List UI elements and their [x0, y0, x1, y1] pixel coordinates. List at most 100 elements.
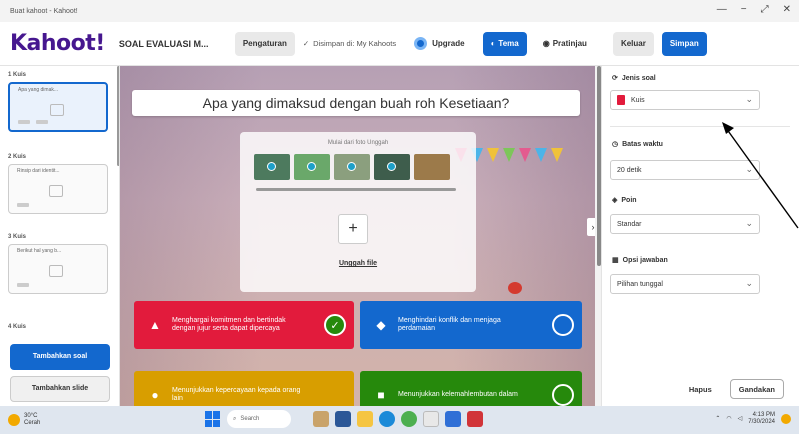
- task-view-icon[interactable]: [335, 411, 351, 427]
- duplicate-button[interactable]: Gandakan: [729, 379, 784, 399]
- back-icon[interactable]: —: [717, 4, 727, 15]
- slide-thumbnail[interactable]: Apa yang dimak...: [8, 82, 108, 132]
- time-limit-value: 20 detik: [617, 166, 642, 174]
- upload-file-link[interactable]: Unggah file: [240, 260, 476, 267]
- check-icon: ✓: [330, 319, 340, 332]
- question-type-value: Kuis: [631, 96, 645, 104]
- image-placeholder-icon: [49, 185, 63, 197]
- annotation-arrow: [722, 122, 799, 229]
- file-explorer-icon[interactable]: [357, 411, 373, 427]
- points-icon: ◈: [612, 197, 618, 204]
- square-icon: ■: [377, 388, 385, 402]
- answer-option-3[interactable]: ● Menunjukkan kepercayaan kepada orang l…: [134, 371, 354, 406]
- clock-time: 4:13 PM: [752, 412, 775, 418]
- question-input[interactable]: Apa yang dimaksud dengan buah roh Keseti…: [132, 90, 580, 116]
- close-icon[interactable]: ✕: [783, 4, 791, 15]
- app-icon[interactable]: [313, 411, 329, 427]
- notification-icon[interactable]: [781, 413, 791, 424]
- circle-icon: ●: [151, 388, 159, 402]
- media-thumbnail[interactable]: [414, 154, 450, 180]
- pin-icon: [347, 162, 356, 171]
- slide-thumbnail[interactable]: Rinsip dari identit...: [8, 164, 108, 214]
- image-strip-scrollbar[interactable]: [256, 188, 456, 191]
- answer-text[interactable]: Menghargai komitmen dan bertindak dengan…: [172, 317, 302, 333]
- chrome-icon[interactable]: [401, 411, 417, 427]
- correct-answer-toggle[interactable]: ✓: [324, 314, 346, 336]
- chevron-up-icon[interactable]: ⌃: [715, 415, 720, 422]
- apple-decoration: [508, 282, 522, 294]
- upgrade-button[interactable]: Upgrade: [414, 37, 465, 50]
- app-header: Kahoot! SOAL EVALUASI M... Pengaturan ✓ …: [0, 22, 799, 66]
- media-panel: Mulai dari foto Unggah + Unggah file: [240, 132, 476, 292]
- slide-preview-text: Apa yang dimak...: [18, 87, 59, 93]
- slide-preview-text: Rinsip dari identit...: [17, 168, 60, 174]
- add-slide-button[interactable]: Tambahkan slide: [10, 376, 110, 402]
- edge-icon[interactable]: [379, 411, 395, 427]
- maximize-icon[interactable]: ⤢: [761, 4, 769, 15]
- quiz-title[interactable]: SOAL EVALUASI M...: [119, 39, 227, 49]
- system-tray: ⌃ ◠ ◁ 4:13 PM 7/30/2024: [715, 412, 791, 425]
- answer-options-select[interactable]: Pilihan tunggal ⌄: [610, 274, 760, 294]
- points-label-text: Poin: [621, 196, 637, 204]
- answer-mini: [36, 120, 48, 124]
- chevron-down-icon: ⌄: [745, 94, 753, 104]
- add-media-button[interactable]: +: [338, 214, 368, 244]
- media-thumbnail[interactable]: [374, 154, 410, 180]
- upgrade-label: Upgrade: [432, 39, 465, 48]
- speaker-icon[interactable]: ◁: [738, 415, 743, 422]
- diamond-icon: ◆: [376, 318, 386, 332]
- windows-start-icon[interactable]: [205, 411, 221, 427]
- answer-text[interactable]: Menunjukkan kelemahlembutan dalam: [398, 391, 528, 399]
- question-type-select[interactable]: Kuis ⌄: [610, 90, 760, 110]
- save-button[interactable]: Simpan: [661, 31, 707, 56]
- themes-button[interactable]: ◐ Tema: [482, 31, 527, 56]
- image-placeholder-icon: [49, 265, 63, 277]
- clock-date: 7/30/2024: [748, 418, 775, 425]
- settings-button[interactable]: Pengaturan: [234, 31, 295, 56]
- panel-actions: Hapus Gandakan: [602, 379, 799, 399]
- answer-option-2[interactable]: ◆ Menghindari konflik dan menjaga perdam…: [360, 301, 582, 349]
- question-type-label: ⟳ Jenis soal: [612, 74, 656, 83]
- correct-answer-toggle[interactable]: [552, 384, 574, 406]
- exit-button[interactable]: Keluar: [612, 31, 654, 56]
- expand-panel-button[interactable]: ›: [587, 218, 595, 236]
- answer-text[interactable]: Menghindari konflik dan menjaga perdamai…: [398, 317, 528, 333]
- kahoot-logo[interactable]: Kahoot!: [10, 31, 105, 56]
- delete-button[interactable]: Hapus: [681, 379, 720, 399]
- answer-text[interactable]: Menunjukkan kepercayaan kepada orang lai…: [172, 387, 302, 403]
- clock[interactable]: 4:13 PM 7/30/2024: [748, 412, 775, 425]
- media-image-strip: [254, 154, 450, 180]
- add-question-button[interactable]: Tambahkan soal: [10, 344, 110, 370]
- answer-option-4[interactable]: ■ Menunjukkan kelemahlembutan dalam: [360, 371, 582, 406]
- weather-widget[interactable]: 30°C Cerah: [8, 413, 40, 426]
- time-limit-label-text: Batas waktu: [622, 140, 663, 148]
- correct-answer-toggle[interactable]: [552, 314, 574, 336]
- window-controls: — − ⤢ ✕: [717, 4, 791, 15]
- slide-preview-text: Berikut hal yang b...: [17, 248, 62, 254]
- media-thumbnail[interactable]: [294, 154, 330, 180]
- window-title: Buat kahoot - Kahoot!: [10, 7, 78, 15]
- answer-option-1[interactable]: ▲ Menghargai komitmen dan bertindak deng…: [134, 301, 354, 349]
- taskbar-search[interactable]: ⌕ Search: [227, 410, 291, 428]
- slide-thumbnail[interactable]: Berikut hal yang b...: [8, 244, 108, 294]
- wifi-icon[interactable]: ◠: [726, 415, 731, 422]
- media-thumbnail[interactable]: [254, 154, 290, 180]
- app-icon[interactable]: [423, 411, 439, 427]
- word-icon[interactable]: [445, 411, 461, 427]
- pin-icon: [307, 162, 316, 171]
- window-titlebar: Buat kahoot - Kahoot! — − ⤢ ✕: [0, 0, 799, 22]
- app-icon[interactable]: [467, 411, 483, 427]
- minimize-icon[interactable]: −: [741, 4, 747, 15]
- media-header: Mulai dari foto Unggah: [327, 140, 389, 146]
- answer-mini: [17, 283, 29, 287]
- question-canvas: Apa yang dimaksud dengan buah roh Keseti…: [120, 66, 595, 406]
- preview-label: Pratinjau: [552, 39, 587, 48]
- image-placeholder-icon: [50, 104, 64, 116]
- slide-number: 2 Kuis: [8, 154, 27, 160]
- clock-icon: ◷: [612, 141, 619, 148]
- preview-button[interactable]: ◉ Pratinjau: [534, 31, 595, 56]
- question-type-icon: ⟳: [612, 75, 618, 82]
- weather-temp: 30°C: [24, 413, 38, 420]
- chevron-right-icon: ›: [591, 222, 595, 232]
- media-thumbnail[interactable]: [334, 154, 370, 180]
